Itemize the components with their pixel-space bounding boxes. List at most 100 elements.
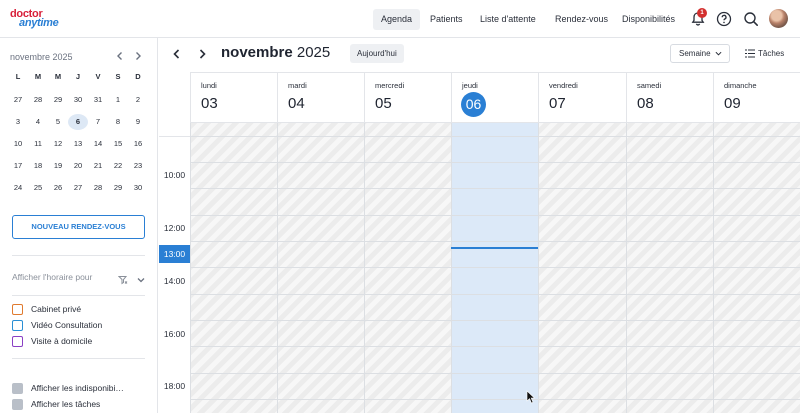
- today-button[interactable]: Aujourd'hui: [350, 44, 404, 63]
- mini-calendar-day[interactable]: 28: [88, 180, 108, 196]
- legend-color-box: [12, 336, 23, 347]
- mini-calendar-day[interactable]: 16: [128, 136, 148, 152]
- doctor-anytime-logo[interactable]: doctor anytime: [10, 8, 62, 30]
- help-icon[interactable]: [714, 9, 734, 29]
- mini-calendar-day[interactable]: 19: [48, 158, 68, 174]
- logo-text-anytime: anytime: [19, 17, 59, 29]
- hour-label: 10:00: [163, 170, 186, 180]
- list-icon: [745, 49, 755, 58]
- mini-calendar-day[interactable]: 27: [8, 92, 28, 108]
- mini-calendar-day[interactable]: 12: [48, 136, 68, 152]
- tasks-label: Tâches: [758, 49, 785, 58]
- mini-calendar-day[interactable]: 29: [48, 92, 68, 108]
- day-header-friday[interactable]: vendredi 07: [538, 72, 626, 123]
- mini-calendar-day[interactable]: 24: [8, 180, 28, 196]
- day-name: samedi: [637, 81, 662, 90]
- mini-calendar-day[interactable]: 20: [68, 158, 88, 174]
- nav-waiting-list[interactable]: Liste d'attente: [472, 9, 544, 30]
- day-header-monday[interactable]: lundi 03: [190, 72, 277, 123]
- weekday-label: S: [115, 72, 121, 81]
- mini-calendar-title: novembre 2025: [10, 52, 73, 62]
- year: 2025: [296, 44, 331, 61]
- next-week-icon[interactable]: [195, 47, 209, 61]
- day-header-tuesday[interactable]: mardi 04: [277, 72, 364, 123]
- mini-calendar-next-icon[interactable]: [132, 49, 144, 61]
- mini-calendar-day[interactable]: 18: [28, 158, 48, 174]
- mini-calendar-day[interactable]: 15: [108, 136, 128, 152]
- checkbox-icon: [12, 383, 23, 394]
- prev-week-icon[interactable]: [170, 47, 184, 61]
- weekday-label: V: [95, 72, 101, 81]
- week-grid[interactable]: [190, 123, 800, 413]
- mini-calendar-day[interactable]: 1: [108, 92, 128, 108]
- schedule-filter-label: Afficher l'horaire pour: [12, 272, 93, 282]
- day-header-wednesday[interactable]: mercredi 05: [364, 72, 451, 123]
- column-divider: [451, 123, 452, 413]
- top-navigation: doctor anytime Agenda Patients Liste d'a…: [0, 0, 800, 38]
- divider: [12, 295, 145, 296]
- mini-calendar-day[interactable]: 11: [28, 136, 48, 152]
- divider: [12, 255, 145, 256]
- weekday-label: J: [75, 72, 81, 81]
- view-select-value: Semaine: [679, 49, 711, 58]
- mini-calendar-day[interactable]: 4: [28, 114, 48, 130]
- day-name: vendredi: [549, 81, 578, 90]
- nav-agenda[interactable]: Agenda: [373, 9, 421, 30]
- day-number: 04: [288, 95, 305, 112]
- mini-calendar-day[interactable]: 22: [108, 158, 128, 174]
- mini-calendar-day[interactable]: 17: [8, 158, 28, 174]
- mini-calendar-day[interactable]: 31: [88, 92, 108, 108]
- view-select[interactable]: Semaine: [670, 44, 730, 63]
- legend-label: Vidéo Consultation: [31, 320, 103, 330]
- mini-calendar-day[interactable]: 10: [8, 136, 28, 152]
- hour-line: [190, 162, 800, 163]
- day-name: mardi: [288, 81, 307, 90]
- sidebar: novembre 2025 L M M J V S D 27 28 29 30 31 1 2…: [0, 38, 158, 413]
- tasks-button[interactable]: Tâches: [745, 44, 784, 63]
- mini-calendar-day[interactable]: 3: [8, 114, 28, 130]
- day-header-sunday[interactable]: dimanche 09: [713, 72, 800, 123]
- mini-calendar-day[interactable]: 6: [68, 114, 88, 130]
- nav-appointments[interactable]: Rendez-vous: [547, 9, 616, 30]
- month-name: novembre: [221, 44, 293, 61]
- day-number: 08: [637, 95, 654, 112]
- chevron-down-icon[interactable]: [136, 272, 146, 283]
- mouse-cursor-icon: [526, 390, 536, 404]
- chevron-down-icon: [715, 51, 722, 56]
- column-divider: [626, 123, 627, 413]
- hour-line: [190, 320, 800, 321]
- mini-calendar-day[interactable]: 30: [128, 180, 148, 196]
- clear-filter-icon[interactable]: [117, 272, 128, 285]
- mini-calendar-day[interactable]: 26: [48, 180, 68, 196]
- notification-badge: 1: [697, 8, 707, 18]
- mini-calendar-day[interactable]: 28: [28, 92, 48, 108]
- day-header-saturday[interactable]: samedi 08: [626, 72, 713, 123]
- mini-calendar-day[interactable]: 25: [28, 180, 48, 196]
- day-header-thursday[interactable]: jeudi 06: [451, 72, 538, 123]
- mini-calendar-day[interactable]: 29: [108, 180, 128, 196]
- mini-calendar-day[interactable]: 23: [128, 158, 148, 174]
- mini-calendar-day[interactable]: 7: [88, 114, 108, 130]
- current-hour-label: 13:00: [159, 245, 190, 263]
- mini-calendar-day[interactable]: 5: [48, 114, 68, 130]
- mini-calendar-day[interactable]: 13: [68, 136, 88, 152]
- user-avatar[interactable]: [769, 9, 788, 28]
- mini-calendar-day[interactable]: 8: [108, 114, 128, 130]
- mini-calendar-prev-icon[interactable]: [114, 49, 126, 61]
- mini-calendar-day[interactable]: 9: [128, 114, 148, 130]
- mini-calendar-day[interactable]: 14: [88, 136, 108, 152]
- today-column[interactable]: [451, 123, 538, 413]
- hour-line: [190, 241, 800, 242]
- mini-calendar-day[interactable]: 30: [68, 92, 88, 108]
- mini-calendar-day[interactable]: 27: [68, 180, 88, 196]
- mini-calendar-day[interactable]: 21: [88, 158, 108, 174]
- new-appointment-button[interactable]: NOUVEAU RENDEZ-VOUS: [12, 215, 145, 239]
- nav-patients[interactable]: Patients: [422, 9, 471, 30]
- mini-calendar-day[interactable]: 2: [128, 92, 148, 108]
- nav-availabilities[interactable]: Disponibilités: [614, 9, 683, 30]
- today-day-number: 06: [461, 92, 486, 117]
- search-icon[interactable]: [741, 9, 761, 29]
- day-number: 05: [375, 95, 392, 112]
- hour-line: [190, 399, 800, 400]
- calendar-toolbar: novembre 2025 Aujourd'hui Semaine Tâches: [159, 38, 800, 71]
